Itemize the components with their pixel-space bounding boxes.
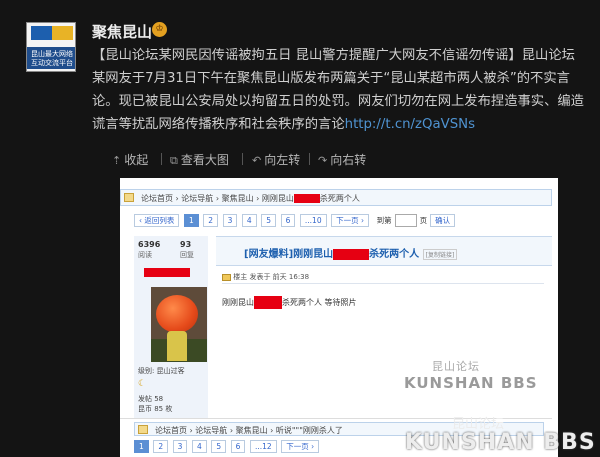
post-body-text: 刚刚昆山 杀死两个人 等待照片 bbox=[222, 296, 357, 309]
arrow-up-icon: ⇡ bbox=[112, 154, 122, 167]
title-prefix: [网友爆料]刚刚昆山 bbox=[244, 249, 334, 260]
toolbar-divider bbox=[242, 153, 243, 165]
author-sidebar: 6396 阅读 93 回复 级别: 昆山过客 ☾ 发帖 58 昆币 85 枚 bbox=[134, 236, 208, 431]
rotate-right-button[interactable]: ↷ 向右转 bbox=[318, 151, 366, 168]
body-pre: 刚刚昆山 bbox=[222, 298, 254, 307]
page-button: 6 bbox=[280, 214, 296, 227]
breadcrumb2-text: 论坛首页 › 论坛导航 › 聚焦昆山 › 听说"""刚刚杀人了 bbox=[155, 426, 343, 435]
page-button: 4 bbox=[191, 440, 207, 453]
author-avatar-photo bbox=[151, 287, 207, 362]
collapse-label: 收起 bbox=[124, 153, 149, 167]
reply-count: 93 bbox=[180, 240, 192, 249]
back-to-list-button: ‹ 返回列表 bbox=[134, 214, 180, 227]
page-button: 4 bbox=[241, 214, 257, 227]
toolbar-divider bbox=[309, 153, 310, 165]
page-button: 5 bbox=[261, 214, 277, 227]
redaction-bar bbox=[333, 248, 370, 260]
copy-link-badge: [复制链接] bbox=[422, 248, 458, 260]
next-page-button: 下一页 › bbox=[281, 440, 320, 453]
reply-label: 回复 bbox=[180, 251, 194, 259]
page-button: 1 bbox=[134, 440, 149, 453]
page-button: 3 bbox=[172, 440, 188, 453]
forum-breadcrumb: 论坛首页 › 论坛导航 › 聚焦昆山 › 刚刚昆山 杀死两个人 bbox=[120, 189, 552, 206]
medal-icon: ☾ bbox=[138, 379, 147, 389]
avatar-caption-2: 互动交流平台 bbox=[31, 59, 73, 67]
thread-title: [网友爆料]刚刚昆山 杀死两个人 [复制链接] bbox=[244, 245, 458, 260]
watermark-large-en: KUNSHAN BBS bbox=[405, 430, 596, 455]
rotate-left-button[interactable]: ↶ 向左转 bbox=[252, 151, 300, 168]
page-button: ...12 bbox=[249, 440, 277, 453]
account-avatar[interactable]: 昆山最大网络 互动交流平台 bbox=[26, 22, 76, 72]
post-link[interactable]: http://t.cn/zQaVSNs bbox=[345, 117, 475, 132]
floor-info: 楼主 发表于 前天 16:38 bbox=[222, 272, 309, 282]
post-body: 【昆山论坛某网民因传谣被拘五日 昆山警方提醒广大网友不信谣勿传谣】昆山论坛某网友… bbox=[92, 48, 584, 132]
confirm-button: 确认 bbox=[430, 214, 456, 227]
member-level: 级别: 昆山过客 bbox=[138, 367, 185, 375]
page-button: 2 bbox=[203, 214, 219, 227]
external-view-icon: ⧉ bbox=[170, 154, 178, 167]
page-button: 6 bbox=[230, 440, 246, 453]
pager-bottom: 1 2 3 4 5 6 ...12 下一页 › bbox=[134, 440, 321, 453]
collapse-button[interactable]: ⇡ 收起 bbox=[112, 151, 148, 168]
view-label: 阅读 bbox=[138, 251, 152, 259]
page-button: 1 bbox=[183, 214, 199, 227]
next-page-button: 下一页 › bbox=[331, 214, 370, 227]
rotate-left-icon: ↶ bbox=[252, 154, 262, 167]
body-post: 杀死两个人 等待照片 bbox=[282, 298, 357, 307]
title-suffix: 杀死两个人 bbox=[369, 249, 420, 260]
view-large-label: 查看大图 bbox=[180, 153, 229, 167]
redacted-username bbox=[144, 268, 190, 277]
member-posts: 发帖 58 bbox=[138, 395, 164, 403]
post-text: 【昆山论坛某网民因传谣被拘五日 昆山警方提醒广大网友不信谣勿传谣】昆山论坛某网友… bbox=[92, 44, 586, 136]
bbs-logo-icon bbox=[31, 26, 73, 40]
page-button: 3 bbox=[222, 214, 238, 227]
page-button: ...10 bbox=[299, 214, 327, 227]
view-count: 6396 bbox=[138, 240, 161, 249]
page-number-input bbox=[394, 214, 417, 227]
breadcrumb-pre: 论坛首页 › 论坛导航 › 聚焦昆山 › 刚刚昆山 bbox=[141, 194, 294, 203]
home-icon bbox=[124, 193, 134, 202]
breadcrumb-post: 杀死两个人 bbox=[319, 194, 360, 203]
post-content-area: [网友爆料]刚刚昆山 杀死两个人 [复制链接] 楼主 发表于 前天 16:38 刚… bbox=[216, 236, 552, 431]
online-icon bbox=[222, 273, 231, 281]
thread-title-bar: [网友爆料]刚刚昆山 杀死两个人 [复制链接] bbox=[216, 236, 552, 266]
watermark-small-en: KUNSHAN BBS bbox=[404, 374, 538, 392]
watermark-small-cn: 昆山论坛 bbox=[432, 360, 480, 373]
page-button: 5 bbox=[211, 440, 227, 453]
umbrella-shape bbox=[156, 295, 198, 333]
floor-info-text: 楼主 发表于 前天 16:38 bbox=[233, 273, 310, 281]
breadcrumb-text: 论坛首页 › 论坛导航 › 聚焦昆山 › 刚刚昆山 杀死两个人 bbox=[141, 193, 360, 204]
redaction-bar bbox=[293, 194, 320, 203]
view-large-button[interactable]: ⧉ 查看大图 bbox=[170, 151, 229, 168]
page-button: 2 bbox=[153, 440, 169, 453]
person-shape bbox=[167, 331, 187, 361]
redaction-bar bbox=[254, 296, 282, 309]
vip-crown-icon[interactable]: ♔ bbox=[152, 22, 167, 37]
member-coins: 昆币 85 枚 bbox=[138, 405, 173, 413]
page-unit-label: 页 bbox=[419, 216, 428, 225]
home-icon bbox=[138, 425, 148, 434]
rotate-left-label: 向左转 bbox=[264, 153, 301, 167]
rotate-right-icon: ↷ bbox=[318, 154, 328, 167]
pager: ‹ 返回列表 1 2 3 4 5 6 ...10 下一页 › 到第 页确认 bbox=[134, 214, 457, 228]
account-name[interactable]: 聚焦昆山 bbox=[92, 21, 152, 42]
toolbar-divider bbox=[161, 153, 162, 165]
goto-label: 到第 bbox=[376, 216, 392, 225]
divider bbox=[222, 283, 544, 284]
rotate-right-label: 向右转 bbox=[330, 153, 367, 167]
